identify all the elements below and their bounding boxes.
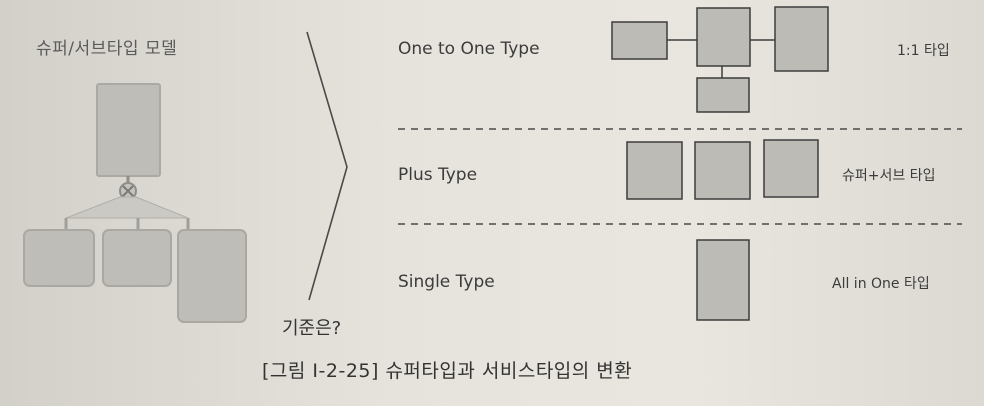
row-2-result-label: 슈퍼+서브 타입 bbox=[842, 168, 936, 184]
single-type-box bbox=[696, 239, 750, 321]
subtype-box-2 bbox=[102, 229, 172, 287]
supertype-box bbox=[96, 83, 161, 177]
row-3-result-label: All in One 타입 bbox=[832, 276, 930, 292]
one-to-one-diagram bbox=[611, 6, 829, 113]
subtype-fan bbox=[65, 196, 189, 219]
one-to-one-box-left bbox=[611, 21, 668, 60]
row-3-type-label: Single Type bbox=[398, 272, 495, 292]
one-to-one-box-right bbox=[774, 6, 829, 72]
subtype-box-3 bbox=[177, 229, 247, 323]
criterion-label: 기준은? bbox=[282, 318, 342, 339]
figure-caption: [그림 Ⅰ-2-25] 슈퍼타입과 서비스타입의 변환 bbox=[262, 360, 633, 382]
one-to-one-box-center bbox=[696, 7, 751, 67]
row-2-type-label: Plus Type bbox=[398, 165, 478, 185]
plus-type-box-1 bbox=[626, 141, 683, 200]
one-to-one-box-bottom bbox=[696, 77, 750, 113]
figure-page: 슈퍼/서브타입 모델 기준은? One to One Type 1:1 타입 P… bbox=[0, 0, 984, 406]
left-panel-title: 슈퍼/서브타입 모델 bbox=[36, 39, 178, 59]
plus-type-diagram bbox=[626, 139, 819, 200]
supertype-subtype-model bbox=[23, 83, 247, 323]
transform-arrow bbox=[306, 31, 348, 301]
row-1-result-label: 1:1 타입 bbox=[897, 43, 950, 59]
plus-type-box-3 bbox=[763, 139, 819, 198]
subtype-box-1 bbox=[23, 229, 95, 287]
diagram-canvas bbox=[23, 6, 962, 323]
row-1-type-label: One to One Type bbox=[398, 39, 540, 59]
plus-type-box-2 bbox=[694, 141, 751, 200]
